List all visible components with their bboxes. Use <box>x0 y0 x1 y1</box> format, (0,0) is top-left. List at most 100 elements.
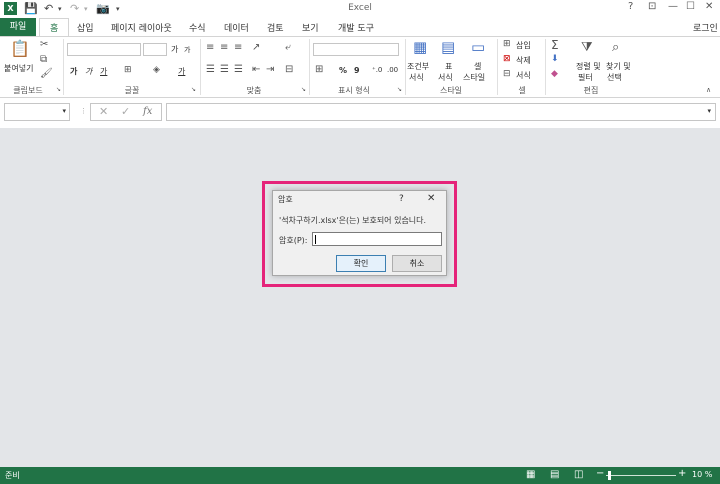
cell-styles-button[interactable]: 셀 <box>474 61 481 72</box>
ribbon-display-button[interactable]: ⊡ <box>648 1 656 12</box>
align-middle-icon[interactable]: ≡ <box>220 43 228 53</box>
paste-button[interactable]: 붙여넣기 <box>4 63 33 74</box>
tab-data[interactable]: 데이터 <box>224 21 249 34</box>
zoom-level[interactable]: 10 % <box>692 470 712 479</box>
merge-center-icon[interactable]: ⊟ <box>285 65 293 75</box>
font-name-combo[interactable] <box>67 43 141 56</box>
comma-button[interactable]: 9 <box>354 66 360 75</box>
format-table-button-line2[interactable]: 서식 <box>438 72 453 83</box>
cancel-entry-icon[interactable]: ✕ <box>99 105 108 118</box>
formula-bar-grip-icon[interactable]: ⋮ <box>80 107 87 115</box>
accounting-format-icon[interactable]: ⊞ <box>315 65 323 75</box>
alignment-launcher-icon[interactable]: ↘ <box>301 87 306 93</box>
undo-icon[interactable]: ↶ <box>44 2 53 15</box>
tab-review[interactable]: 검토 <box>267 21 284 34</box>
format-table-button[interactable]: 표 <box>445 61 452 72</box>
number-launcher-icon[interactable]: ↘ <box>397 87 402 93</box>
paste-icon[interactable]: 📋 <box>10 41 30 57</box>
delete-cells-button[interactable]: 삭제 <box>516 55 531 66</box>
tab-developer[interactable]: 개발 도구 <box>338 21 374 34</box>
zoom-slider[interactable] <box>606 471 676 480</box>
cell-styles-icon[interactable]: ▭ <box>471 40 485 55</box>
format-table-icon[interactable]: ▤ <box>441 40 455 55</box>
insert-cells-button[interactable]: 삽입 <box>516 40 531 51</box>
font-launcher-icon[interactable]: ↘ <box>191 87 196 93</box>
cancel-button[interactable]: 취소 <box>392 255 442 272</box>
dialog-help-button[interactable]: ? <box>399 194 404 204</box>
find-select-button-line2[interactable]: 선택 <box>607 72 622 83</box>
tab-formulas[interactable]: 수식 <box>189 21 206 34</box>
grow-font-button[interactable]: 가 <box>171 44 178 55</box>
clear-icon[interactable]: ◆ <box>551 70 558 79</box>
collapse-ribbon-icon[interactable]: ∧ <box>706 87 711 94</box>
tab-file[interactable]: 파일 <box>0 18 36 36</box>
formula-input[interactable]: ▾ <box>166 103 716 121</box>
tab-home[interactable]: 홈 <box>50 21 58 34</box>
decrease-indent-icon[interactable]: ⇤ <box>252 65 260 75</box>
sort-filter-button-line2[interactable]: 필터 <box>578 72 593 83</box>
save-icon[interactable]: 💾 <box>24 2 38 15</box>
zoom-slider-thumb[interactable] <box>608 471 611 480</box>
delete-cells-icon[interactable]: ⊠ <box>503 55 511 64</box>
expand-formula-icon[interactable]: ▾ <box>707 107 711 115</box>
zoom-in-button[interactable]: + <box>678 468 686 479</box>
autosum-icon[interactable]: Σ <box>551 39 559 51</box>
align-top-icon[interactable]: ≡ <box>206 43 214 53</box>
zoom-out-button[interactable]: − <box>596 468 604 479</box>
ok-button[interactable]: 확인 <box>336 255 386 272</box>
orientation-icon[interactable]: ↗ <box>252 43 260 53</box>
dialog-close-button[interactable]: ✕ <box>427 193 435 204</box>
page-break-view-icon[interactable]: ◫ <box>574 469 583 480</box>
page-layout-view-icon[interactable]: ▤ <box>550 469 559 480</box>
sign-in-link[interactable]: 로그인 <box>693 21 718 34</box>
find-select-button[interactable]: 찾기 및 <box>606 61 631 72</box>
tab-page-layout[interactable]: 페이지 레이아웃 <box>111 21 172 34</box>
conditional-format-button-line2[interactable]: 서식 <box>409 72 424 83</box>
clipboard-launcher-icon[interactable]: ↘ <box>56 87 61 93</box>
wrap-text-icon[interactable]: ⤶ <box>285 43 291 53</box>
name-box[interactable]: ▾ <box>4 103 70 121</box>
minimize-button[interactable]: — <box>668 1 678 12</box>
normal-view-icon[interactable]: ▦ <box>526 469 535 480</box>
decrease-decimal-button[interactable]: .00 <box>387 66 398 74</box>
close-button[interactable]: ✕ <box>705 1 713 12</box>
align-right-icon[interactable]: ☰ <box>234 65 243 75</box>
conditional-format-button[interactable]: 조건부 <box>407 61 429 72</box>
customize-qat-icon[interactable]: ▾ <box>116 5 120 13</box>
sort-filter-icon[interactable]: ⧩ <box>581 41 593 54</box>
undo-dropdown-icon[interactable]: ▾ <box>58 5 62 13</box>
format-painter-icon[interactable]: 🖌 <box>40 69 53 79</box>
number-format-combo[interactable] <box>313 43 399 56</box>
shrink-font-button[interactable]: 가 <box>184 45 190 55</box>
maximize-button[interactable]: ☐ <box>686 1 695 12</box>
conditional-format-icon[interactable]: ▦ <box>413 40 427 55</box>
align-left-icon[interactable]: ☰ <box>206 65 215 75</box>
name-box-dropdown-icon[interactable]: ▾ <box>62 107 66 115</box>
align-bottom-icon[interactable]: ≡ <box>234 43 242 53</box>
fill-color-icon[interactable]: ◈ <box>153 66 160 75</box>
camera-icon[interactable]: 📷 <box>96 2 110 15</box>
redo-icon[interactable]: ↷ <box>70 2 79 15</box>
tab-view[interactable]: 보기 <box>302 21 319 34</box>
tab-insert[interactable]: 삽입 <box>77 21 94 34</box>
cell-styles-button-line2[interactable]: 스타일 <box>463 72 485 83</box>
font-size-combo[interactable] <box>143 43 167 56</box>
help-button[interactable]: ? <box>628 1 633 12</box>
font-color-button[interactable]: 가 <box>178 66 185 77</box>
confirm-entry-icon[interactable]: ✓ <box>121 105 130 118</box>
cut-icon[interactable]: ✂ <box>40 40 48 50</box>
increase-decimal-button[interactable]: ⁺.0 <box>372 66 382 74</box>
italic-button[interactable]: 가 <box>85 66 92 77</box>
password-field[interactable] <box>312 232 442 246</box>
copy-icon[interactable]: ⧉ <box>40 55 47 65</box>
bold-button[interactable]: 가 <box>70 66 77 77</box>
fill-icon[interactable]: ⬇ <box>551 55 559 64</box>
format-cells-icon[interactable]: ⊟ <box>503 70 511 79</box>
format-cells-button[interactable]: 서식 <box>516 70 531 81</box>
insert-cells-icon[interactable]: ⊞ <box>503 40 511 49</box>
border-icon[interactable]: ⊞ <box>124 66 132 75</box>
underline-button[interactable]: 가 <box>100 66 107 77</box>
increase-indent-icon[interactable]: ⇥ <box>266 65 274 75</box>
insert-function-icon[interactable]: fx <box>143 106 152 117</box>
redo-dropdown-icon[interactable]: ▾ <box>84 5 88 13</box>
